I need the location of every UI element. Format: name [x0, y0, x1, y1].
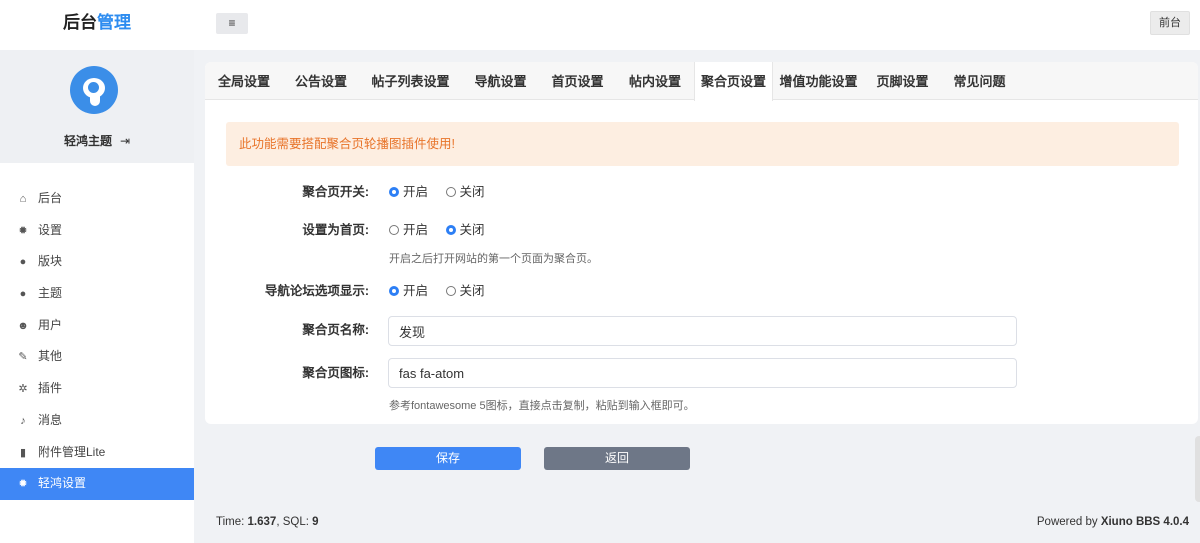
- comment-icon: ●: [19, 288, 27, 301]
- sidebar-item[interactable]: ♪ 消息: [0, 405, 194, 437]
- cogs-icon: ✲: [18, 383, 28, 396]
- sidebar-item-label: 后台: [38, 191, 63, 205]
- sidebar-item-label: 设置: [38, 222, 63, 237]
- tab[interactable]: 聚合页设置: [694, 62, 773, 101]
- homepage-radio-group: 开启 关闭: [389, 219, 499, 238]
- sidebar-item[interactable]: ☻ 用户: [0, 310, 194, 342]
- user-icon: ☻: [17, 319, 29, 332]
- time-value: 1.637: [247, 516, 277, 528]
- sidebar-item[interactable]: ✹ 轻鸿设置: [0, 468, 194, 500]
- sidebar-nav: ⌂ 后台 ✹ 设置 ● 版块 ● 主题 ☻ 用户 ✎ 其他 ✲ 插件 ♪ 消息 ▮ 附件管理Lite ✹ 轻鸿设置: [0, 183, 194, 500]
- tab[interactable]: 页脚设置: [864, 62, 941, 100]
- icon-help-text: 参考fontawesome 5图标，直接点击复制，粘贴到输入框即可。: [389, 400, 695, 412]
- nav-display-label: 导航论坛选项显示:: [264, 284, 369, 298]
- sidebar-item-label: 版块: [38, 254, 63, 269]
- settings-card: 全局设置 公告设置 帖子列表设置 导航设置 首页设置 帖内设置 聚合页设置 增值功能设置 页脚设…: [205, 62, 1198, 424]
- top-bar: 后台管理 ≡ 前台: [0, 0, 1200, 50]
- nav-display-on-radio[interactable]: 开启: [389, 280, 428, 299]
- file-icon: ▮: [19, 446, 27, 459]
- page-icon-label: 聚合页图标:: [302, 366, 369, 380]
- homepage-help-text: 开启之后打开网站的第一个页面为聚合页。: [389, 253, 598, 265]
- sidebar-item-label: 轻鸿设置: [38, 476, 87, 491]
- switch-on-radio[interactable]: 开启: [389, 181, 428, 200]
- sidebar-item-label: 用户: [38, 317, 63, 332]
- footer-stats: Time: 1.637, SQL: 9: [216, 516, 319, 528]
- homepage-off-radio[interactable]: 关闭: [445, 219, 485, 238]
- tab[interactable]: 增值功能设置: [773, 62, 864, 100]
- sidebar-item-label: 其他: [38, 349, 63, 364]
- wrench-icon: ✎: [18, 351, 28, 364]
- switch-label: 聚合页开关:: [302, 185, 369, 199]
- brand-logo[interactable]: 后台管理: [0, 0, 194, 48]
- tab[interactable]: 帖内设置: [616, 62, 694, 100]
- tab[interactable]: 公告设置: [283, 62, 359, 100]
- switch-off-radio[interactable]: 关闭: [445, 181, 485, 200]
- homepage-label: 设置为首页:: [302, 223, 369, 237]
- brand-accent: 管理: [97, 13, 131, 32]
- sidebar-item-label: 插件: [38, 381, 63, 396]
- gear-icon: ✹: [18, 224, 28, 237]
- front-link-button[interactable]: 前台: [1150, 11, 1190, 35]
- tab[interactable]: 导航设置: [462, 62, 539, 100]
- sidebar-item[interactable]: ▮ 附件管理Lite: [0, 437, 194, 469]
- page-name-input[interactable]: [388, 316, 1017, 346]
- sidebar-item-label: 主题: [38, 286, 63, 301]
- sidebar-item-label: 附件管理Lite: [38, 444, 106, 459]
- tab[interactable]: 首页设置: [539, 62, 616, 100]
- footer-powered: Powered by Xiuno BBS 4.0.4: [1036, 516, 1189, 528]
- tab[interactable]: 常见问题: [941, 62, 1018, 100]
- hamburger-icon: ≡: [228, 16, 236, 30]
- profile-panel: 轻鸿主题 ⇥: [0, 50, 194, 163]
- sidebar-item[interactable]: ✎ 其他: [0, 341, 194, 373]
- brand-prefix: 后台: [63, 13, 97, 32]
- sidebar-item-label: 消息: [38, 412, 63, 427]
- back-button[interactable]: 返回: [544, 447, 690, 470]
- nav-display-radio-group: 开启 关闭: [389, 280, 499, 299]
- sidebar-item[interactable]: ● 版块: [0, 246, 194, 278]
- logout-icon[interactable]: ⇥: [120, 134, 130, 148]
- page-name-label: 聚合页名称:: [302, 323, 369, 337]
- home-icon: ⌂: [19, 193, 27, 205]
- tab[interactable]: 帖子列表设置: [359, 62, 462, 100]
- comment-icon: ●: [19, 256, 27, 269]
- menu-toggle-button[interactable]: ≡: [216, 13, 248, 34]
- profile-name: 轻鸿主题 ⇥: [0, 132, 194, 149]
- sidebar-item[interactable]: ● 主题: [0, 278, 194, 310]
- switch-radio-group: 开启 关闭: [389, 181, 499, 200]
- bell-icon: ♪: [20, 414, 26, 427]
- nav-display-off-radio[interactable]: 关闭: [445, 280, 485, 299]
- settings-tabs: 全局设置 公告设置 帖子列表设置 导航设置 首页设置 帖内设置 聚合页设置 增值功能设置 页脚设…: [205, 62, 1198, 101]
- sql-value: 9: [312, 516, 319, 528]
- sidebar-item[interactable]: ✹ 设置: [0, 215, 194, 247]
- avatar: [70, 66, 118, 114]
- username: 轻鸿主题: [63, 134, 112, 148]
- homepage-on-radio[interactable]: 开启: [389, 219, 428, 238]
- sidebar-item[interactable]: ✲ 插件: [0, 373, 194, 405]
- tab[interactable]: 全局设置: [205, 62, 283, 100]
- save-button[interactable]: 保存: [375, 447, 521, 470]
- plugin-alert: 此功能需要搭配聚合页轮播图插件使用!: [226, 122, 1179, 166]
- sidebar: 轻鸿主题 ⇥ ⌂ 后台 ✹ 设置 ● 版块 ● 主题 ☻ 用户 ✎ 其他 ✲ 插件 ♪ 消息 ▮ 附件管理Lite ✹…: [0, 50, 194, 543]
- gear-icon: ✹: [18, 478, 28, 491]
- sidebar-item[interactable]: ⌂ 后台: [0, 183, 194, 215]
- page-icon-input[interactable]: [388, 358, 1017, 388]
- powered-value[interactable]: Xiuno BBS 4.0.4: [1101, 516, 1189, 528]
- side-handle[interactable]: [1195, 436, 1200, 502]
